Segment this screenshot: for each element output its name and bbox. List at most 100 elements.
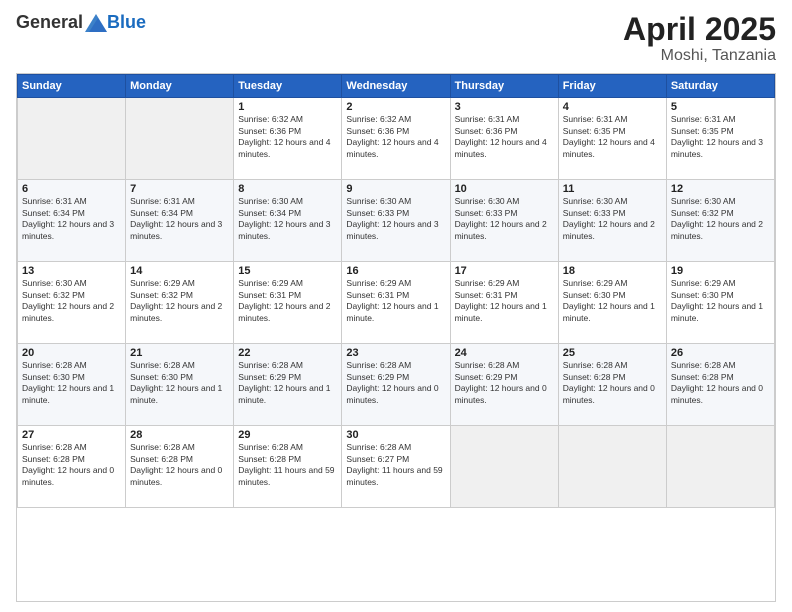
day-cell: 28Sunrise: 6:28 AMSunset: 6:28 PMDayligh… bbox=[126, 426, 234, 508]
day-number: 8 bbox=[238, 183, 337, 195]
day-number: 10 bbox=[455, 183, 554, 195]
logo-blue-text: Blue bbox=[107, 12, 146, 33]
day-info: Sunrise: 6:30 AMSunset: 6:33 PMDaylight:… bbox=[563, 196, 662, 242]
day-number: 20 bbox=[22, 347, 121, 359]
month-title: April 2025 bbox=[623, 12, 776, 47]
day-cell: 20Sunrise: 6:28 AMSunset: 6:30 PMDayligh… bbox=[18, 344, 126, 426]
day-cell: 10Sunrise: 6:30 AMSunset: 6:33 PMDayligh… bbox=[450, 180, 558, 262]
day-cell: 21Sunrise: 6:28 AMSunset: 6:30 PMDayligh… bbox=[126, 344, 234, 426]
day-info: Sunrise: 6:30 AMSunset: 6:32 PMDaylight:… bbox=[671, 196, 770, 242]
header-cell-thursday: Thursday bbox=[450, 75, 558, 98]
day-cell: 26Sunrise: 6:28 AMSunset: 6:28 PMDayligh… bbox=[666, 344, 774, 426]
day-info: Sunrise: 6:28 AMSunset: 6:28 PMDaylight:… bbox=[671, 360, 770, 406]
day-info: Sunrise: 6:31 AMSunset: 6:35 PMDaylight:… bbox=[563, 114, 662, 160]
day-cell: 29Sunrise: 6:28 AMSunset: 6:28 PMDayligh… bbox=[234, 426, 342, 508]
day-info: Sunrise: 6:30 AMSunset: 6:32 PMDaylight:… bbox=[22, 278, 121, 324]
day-info: Sunrise: 6:28 AMSunset: 6:28 PMDaylight:… bbox=[22, 442, 121, 488]
day-info: Sunrise: 6:30 AMSunset: 6:34 PMDaylight:… bbox=[238, 196, 337, 242]
day-number: 17 bbox=[455, 265, 554, 277]
day-number: 14 bbox=[130, 265, 229, 277]
header-row: SundayMondayTuesdayWednesdayThursdayFrid… bbox=[18, 75, 775, 98]
day-info: Sunrise: 6:28 AMSunset: 6:29 PMDaylight:… bbox=[346, 360, 445, 406]
day-number: 25 bbox=[563, 347, 662, 359]
day-info: Sunrise: 6:28 AMSunset: 6:29 PMDaylight:… bbox=[455, 360, 554, 406]
day-info: Sunrise: 6:28 AMSunset: 6:28 PMDaylight:… bbox=[238, 442, 337, 488]
header-cell-wednesday: Wednesday bbox=[342, 75, 450, 98]
week-row-4: 20Sunrise: 6:28 AMSunset: 6:30 PMDayligh… bbox=[18, 344, 775, 426]
day-number: 18 bbox=[563, 265, 662, 277]
day-cell bbox=[126, 98, 234, 180]
day-number: 12 bbox=[671, 183, 770, 195]
day-cell: 8Sunrise: 6:30 AMSunset: 6:34 PMDaylight… bbox=[234, 180, 342, 262]
day-number: 4 bbox=[563, 101, 662, 113]
day-cell: 15Sunrise: 6:29 AMSunset: 6:31 PMDayligh… bbox=[234, 262, 342, 344]
day-cell: 6Sunrise: 6:31 AMSunset: 6:34 PMDaylight… bbox=[18, 180, 126, 262]
logo: General Blue bbox=[16, 12, 146, 33]
title-block: April 2025 Moshi, Tanzania bbox=[623, 12, 776, 65]
header-cell-sunday: Sunday bbox=[18, 75, 126, 98]
day-cell: 25Sunrise: 6:28 AMSunset: 6:28 PMDayligh… bbox=[558, 344, 666, 426]
day-cell: 3Sunrise: 6:31 AMSunset: 6:36 PMDaylight… bbox=[450, 98, 558, 180]
day-number: 7 bbox=[130, 183, 229, 195]
day-number: 6 bbox=[22, 183, 121, 195]
day-info: Sunrise: 6:29 AMSunset: 6:30 PMDaylight:… bbox=[671, 278, 770, 324]
day-cell: 19Sunrise: 6:29 AMSunset: 6:30 PMDayligh… bbox=[666, 262, 774, 344]
day-cell: 24Sunrise: 6:28 AMSunset: 6:29 PMDayligh… bbox=[450, 344, 558, 426]
header-cell-friday: Friday bbox=[558, 75, 666, 98]
day-info: Sunrise: 6:31 AMSunset: 6:34 PMDaylight:… bbox=[22, 196, 121, 242]
day-cell: 16Sunrise: 6:29 AMSunset: 6:31 PMDayligh… bbox=[342, 262, 450, 344]
day-number: 22 bbox=[238, 347, 337, 359]
day-number: 13 bbox=[22, 265, 121, 277]
day-info: Sunrise: 6:28 AMSunset: 6:30 PMDaylight:… bbox=[130, 360, 229, 406]
logo-icon bbox=[85, 14, 107, 32]
day-info: Sunrise: 6:29 AMSunset: 6:31 PMDaylight:… bbox=[346, 278, 445, 324]
calendar-header: SundayMondayTuesdayWednesdayThursdayFrid… bbox=[18, 75, 775, 98]
day-number: 5 bbox=[671, 101, 770, 113]
day-cell: 30Sunrise: 6:28 AMSunset: 6:27 PMDayligh… bbox=[342, 426, 450, 508]
day-cell bbox=[666, 426, 774, 508]
day-info: Sunrise: 6:31 AMSunset: 6:36 PMDaylight:… bbox=[455, 114, 554, 160]
day-info: Sunrise: 6:29 AMSunset: 6:32 PMDaylight:… bbox=[130, 278, 229, 324]
week-row-3: 13Sunrise: 6:30 AMSunset: 6:32 PMDayligh… bbox=[18, 262, 775, 344]
day-info: Sunrise: 6:29 AMSunset: 6:31 PMDaylight:… bbox=[238, 278, 337, 324]
day-number: 24 bbox=[455, 347, 554, 359]
calendar-table: SundayMondayTuesdayWednesdayThursdayFrid… bbox=[17, 74, 775, 508]
day-cell: 5Sunrise: 6:31 AMSunset: 6:35 PMDaylight… bbox=[666, 98, 774, 180]
day-cell: 27Sunrise: 6:28 AMSunset: 6:28 PMDayligh… bbox=[18, 426, 126, 508]
day-cell: 17Sunrise: 6:29 AMSunset: 6:31 PMDayligh… bbox=[450, 262, 558, 344]
location: Moshi, Tanzania bbox=[623, 47, 776, 65]
week-row-1: 1Sunrise: 6:32 AMSunset: 6:36 PMDaylight… bbox=[18, 98, 775, 180]
day-number: 28 bbox=[130, 429, 229, 441]
header-cell-tuesday: Tuesday bbox=[234, 75, 342, 98]
day-cell bbox=[18, 98, 126, 180]
day-cell: 4Sunrise: 6:31 AMSunset: 6:35 PMDaylight… bbox=[558, 98, 666, 180]
day-cell: 23Sunrise: 6:28 AMSunset: 6:29 PMDayligh… bbox=[342, 344, 450, 426]
logo-general-text: General bbox=[16, 12, 83, 33]
day-cell: 2Sunrise: 6:32 AMSunset: 6:36 PMDaylight… bbox=[342, 98, 450, 180]
day-cell bbox=[450, 426, 558, 508]
day-cell: 9Sunrise: 6:30 AMSunset: 6:33 PMDaylight… bbox=[342, 180, 450, 262]
day-number: 15 bbox=[238, 265, 337, 277]
day-info: Sunrise: 6:31 AMSunset: 6:34 PMDaylight:… bbox=[130, 196, 229, 242]
day-info: Sunrise: 6:28 AMSunset: 6:28 PMDaylight:… bbox=[130, 442, 229, 488]
day-number: 30 bbox=[346, 429, 445, 441]
day-info: Sunrise: 6:28 AMSunset: 6:29 PMDaylight:… bbox=[238, 360, 337, 406]
day-cell: 1Sunrise: 6:32 AMSunset: 6:36 PMDaylight… bbox=[234, 98, 342, 180]
day-number: 27 bbox=[22, 429, 121, 441]
day-number: 29 bbox=[238, 429, 337, 441]
day-info: Sunrise: 6:30 AMSunset: 6:33 PMDaylight:… bbox=[455, 196, 554, 242]
header: General Blue April 2025 Moshi, Tanzania bbox=[16, 12, 776, 65]
day-info: Sunrise: 6:28 AMSunset: 6:28 PMDaylight:… bbox=[563, 360, 662, 406]
day-cell bbox=[558, 426, 666, 508]
week-row-5: 27Sunrise: 6:28 AMSunset: 6:28 PMDayligh… bbox=[18, 426, 775, 508]
calendar-body: 1Sunrise: 6:32 AMSunset: 6:36 PMDaylight… bbox=[18, 98, 775, 508]
day-number: 16 bbox=[346, 265, 445, 277]
day-info: Sunrise: 6:31 AMSunset: 6:35 PMDaylight:… bbox=[671, 114, 770, 160]
page: General Blue April 2025 Moshi, Tanzania … bbox=[0, 0, 792, 612]
day-info: Sunrise: 6:29 AMSunset: 6:31 PMDaylight:… bbox=[455, 278, 554, 324]
day-number: 23 bbox=[346, 347, 445, 359]
day-info: Sunrise: 6:29 AMSunset: 6:30 PMDaylight:… bbox=[563, 278, 662, 324]
day-info: Sunrise: 6:28 AMSunset: 6:30 PMDaylight:… bbox=[22, 360, 121, 406]
day-number: 26 bbox=[671, 347, 770, 359]
day-number: 1 bbox=[238, 101, 337, 113]
